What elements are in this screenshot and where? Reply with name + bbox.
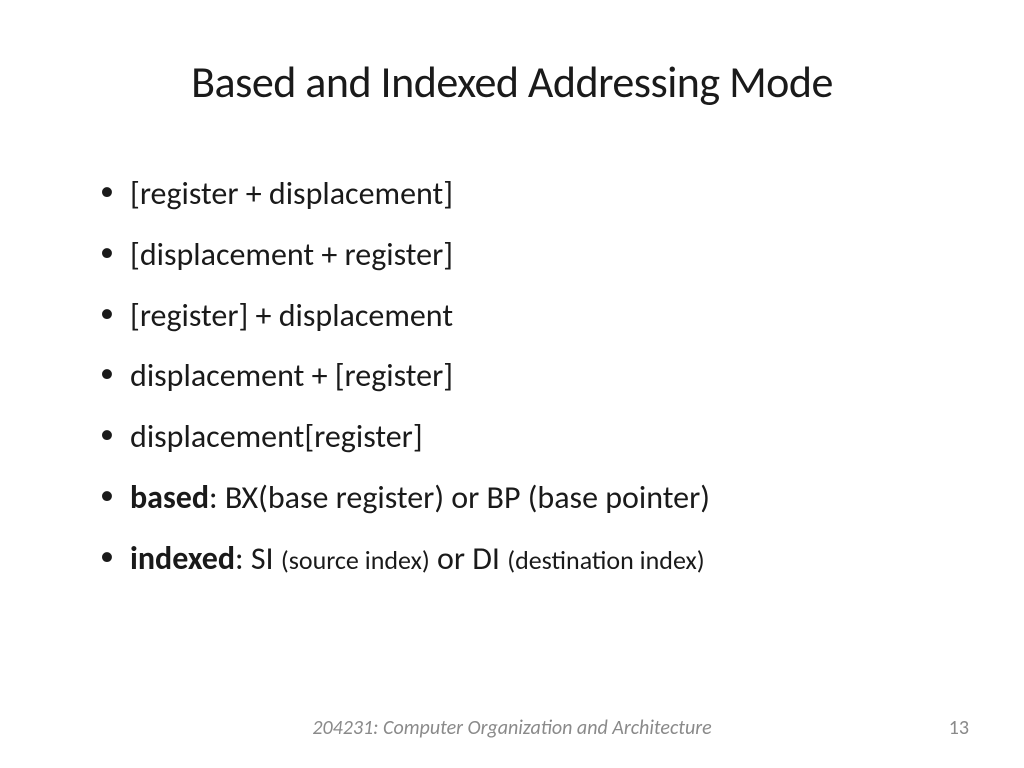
list-item: displacement + [register]: [100, 346, 954, 407]
bold-text: indexed: [130, 539, 235, 578]
list-item: [register] + displacement: [100, 286, 954, 347]
list-item: [register + displacement]: [100, 164, 954, 225]
text-span: : BX(base register) or BP (base pointer): [209, 478, 710, 517]
list-item: based: BX(base register) or BP (base poi…: [100, 468, 954, 529]
list-item: [displacement + register]: [100, 225, 954, 286]
list-item: displacement[register]: [100, 407, 954, 468]
text-span: : SI: [235, 539, 281, 578]
slide-content: [register + displacement] [displacement …: [70, 164, 954, 728]
slide-container: Based and Indexed Addressing Mode [regis…: [0, 0, 1024, 768]
page-number: 13: [949, 716, 969, 740]
slide-footer: 204231: Computer Organization and Archit…: [0, 716, 1024, 740]
small-text: (source index): [281, 544, 430, 576]
bullet-list: [register + displacement] [displacement …: [70, 164, 954, 590]
small-text: (destination index): [507, 544, 704, 576]
bold-text: based: [130, 478, 209, 517]
list-item: indexed: SI (source index) or DI (destin…: [100, 529, 954, 590]
slide-title: Based and Indexed Addressing Mode: [70, 55, 954, 109]
text-span: or DI: [430, 539, 507, 578]
